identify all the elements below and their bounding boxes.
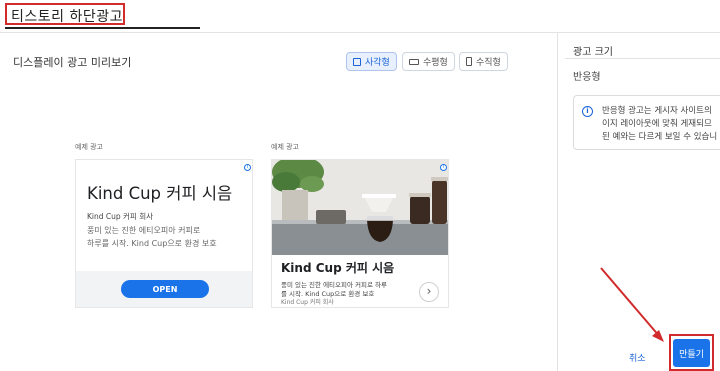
sample-ad-text: i Kind Cup 커피 시음 Kind Cup 커피 회사 풍미 있는 진한…: [75, 159, 253, 308]
ad-open-button[interactable]: OPEN: [121, 280, 209, 298]
size-option-responsive[interactable]: 반응형: [573, 68, 601, 83]
ad-headline: Kind Cup 커피 시음: [281, 261, 395, 275]
ad-footer: OPEN: [76, 271, 252, 307]
info-icon: i: [582, 106, 593, 117]
info-box: i 반응형 광고는 게시자 사이트의 이지 레이아웃에 맞춰 게재되므 된 예와…: [573, 95, 720, 150]
info-line: 이지 레이아웃에 맞춰 게재되므: [602, 119, 712, 129]
ad-description: 하루를 시작. Kind Cup으로 환경 보호: [87, 239, 217, 248]
vertical-rect-icon: [466, 57, 472, 66]
shape-option-label: 수직형: [476, 58, 501, 68]
adchoices-icon[interactable]: i: [440, 164, 447, 171]
shape-option-label: 수평형: [423, 58, 448, 68]
ad-advertiser: Kind Cup 커피 회사: [87, 212, 154, 221]
square-icon: [353, 57, 361, 66]
page-title: 티스토리 하단광고: [11, 9, 123, 25]
panel-divider: [557, 33, 558, 371]
header-divider: [0, 32, 720, 33]
preview-title: 디스플레이 광고 미리보기: [13, 56, 132, 69]
panel-title: 광고 크기: [573, 47, 613, 58]
coffee-photo: [272, 160, 448, 255]
ad-advertiser: Kind Cup 커피 회사: [281, 299, 334, 306]
chevron-right-icon[interactable]: ›: [419, 282, 439, 302]
title-underline: [5, 27, 200, 29]
adchoices-icon[interactable]: i: [244, 164, 251, 171]
info-line: 반응형 광고는 게시자 사이트의: [602, 106, 712, 116]
shape-option-label: 사각형: [365, 58, 390, 68]
info-line: 된 예와는 다르게 보일 수 있습니: [602, 132, 718, 142]
shape-option-horizontal[interactable]: 수평형: [402, 52, 455, 71]
horizontal-rect-icon: [409, 58, 419, 65]
cancel-button[interactable]: 취소: [629, 351, 646, 364]
ad-label: 예제 광고: [75, 143, 103, 151]
create-button[interactable]: 만들기: [673, 339, 710, 367]
panel-rule: [565, 58, 720, 59]
shape-option-vertical[interactable]: 수직형: [459, 52, 508, 71]
sample-ad-image: i Kind Cup 커피 시음 풍미 있는 진한 에티오피아 커피로 하루 를…: [271, 159, 449, 308]
shape-option-square[interactable]: 사각형: [346, 52, 397, 71]
ad-label: 예제 광고: [271, 143, 299, 151]
ad-description: 풍미 있는 진한 에티오피아 커피로: [87, 226, 201, 235]
ad-headline: Kind Cup 커피 시음: [87, 184, 233, 203]
